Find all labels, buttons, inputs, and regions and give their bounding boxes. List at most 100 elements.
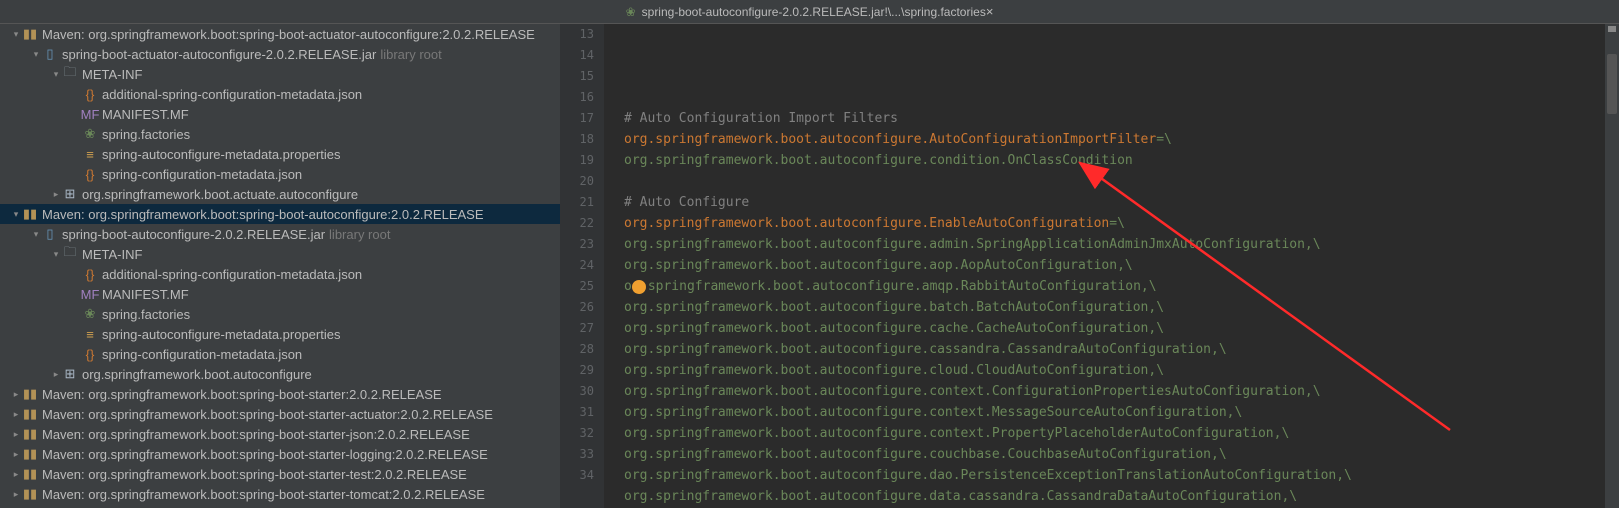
- line-number: 14: [560, 45, 594, 66]
- tree-row[interactable]: ▸⊞org.springframework.boot.autoconfigure: [0, 364, 560, 384]
- tree-row[interactable]: ❀ spring.factories: [0, 304, 560, 324]
- scroll-thumb[interactable]: [1607, 54, 1617, 114]
- code-line[interactable]: org.springframework.boot.autoconfigure.E…: [624, 213, 1605, 234]
- code-line[interactable]: org.springframework.boot.autoconfigure.A…: [624, 129, 1605, 150]
- code-line[interactable]: org.springframework.boot.autoconfigure.c…: [624, 381, 1605, 402]
- tree-row[interactable]: ▾▯spring-boot-actuator-autoconfigure-2.0…: [0, 44, 560, 64]
- line-number: 33: [560, 444, 594, 465]
- code-line[interactable]: [624, 171, 1605, 192]
- tree-row[interactable]: ▾▮▮Maven: org.springframework.boot:sprin…: [0, 24, 560, 44]
- tree-label: spring-boot-actuator-autoconfigure-2.0.2…: [62, 47, 376, 62]
- tree-label-suffix: library root: [329, 227, 390, 242]
- editor-tab-bar: ❀ spring-boot-autoconfigure-2.0.2.RELEAS…: [0, 0, 1619, 24]
- tab-title: spring-boot-autoconfigure-2.0.2.RELEASE.…: [642, 5, 986, 19]
- tree-row[interactable]: MFMANIFEST.MF: [0, 284, 560, 304]
- tree-row[interactable]: {}spring-configuration-metadata.json: [0, 164, 560, 184]
- expand-arrow-icon[interactable]: ▾: [50, 249, 62, 260]
- code-line[interactable]: org.springframework.boot.autoconfigure.d…: [624, 465, 1605, 486]
- code-line[interactable]: org.springframework.boot.autoconfigure.b…: [624, 297, 1605, 318]
- code-area[interactable]: # Auto Configuration Import Filtersorg.s…: [604, 24, 1605, 508]
- tree-row[interactable]: ≡spring-autoconfigure-metadata.propertie…: [0, 324, 560, 344]
- tree-row[interactable]: {}additional-spring-configuration-metada…: [0, 84, 560, 104]
- tree-row[interactable]: ▸▮▮Maven: org.springframework.boot:sprin…: [0, 464, 560, 484]
- tree-label: META-INF: [82, 247, 142, 262]
- tree-row[interactable]: {}spring-configuration-metadata.json: [0, 344, 560, 364]
- code-editor[interactable]: 1314151617181920212223242526272829303132…: [560, 24, 1619, 508]
- leaf-icon: ❀: [626, 5, 636, 19]
- tree-label: spring-boot-autoconfigure-2.0.2.RELEASE.…: [62, 227, 325, 242]
- tree-row[interactable]: ▸▮▮Maven: org.springframework.boot:sprin…: [0, 444, 560, 464]
- tree-label: Maven: org.springframework.boot:spring-b…: [42, 427, 470, 442]
- tree-row[interactable]: ❀spring.factories: [0, 124, 560, 144]
- code-line[interactable]: org.springframework.boot.autoconfigure.c…: [624, 423, 1605, 444]
- tree-row[interactable]: ▸⊞org.springframework.boot.actuate.autoc…: [0, 184, 560, 204]
- tree-row[interactable]: ▸▮▮Maven: org.springframework.boot:sprin…: [0, 404, 560, 424]
- expand-arrow-icon[interactable]: ▾: [10, 29, 22, 40]
- line-number: 22: [560, 213, 594, 234]
- project-tree[interactable]: ▾ ▮▮ Maven: org.springframework.boot:sprin…: [0, 24, 560, 508]
- tree-row[interactable]: ▸▮▮ Maven: org.springframework.boot:sprin…: [0, 384, 560, 404]
- tree-label: Maven: org.springframework.boot:spring-b…: [42, 27, 535, 42]
- code-line[interactable]: org.springframework.boot.autoconfigure.a…: [624, 255, 1605, 276]
- editor-scrollbar[interactable]: [1605, 24, 1619, 508]
- expand-arrow-icon[interactable]: ▾: [10, 209, 22, 220]
- code-line[interactable]: org.springframework.boot.autoconfigure.c…: [624, 402, 1605, 423]
- expand-arrow-icon[interactable]: ▸: [10, 429, 22, 440]
- tree-row[interactable]: {}additional-spring-configuration-metada…: [0, 264, 560, 284]
- line-number: 29: [560, 360, 594, 381]
- tree-label: Maven: org.springframework.boot:spring-b…: [42, 387, 442, 402]
- code-line[interactable]: [624, 87, 1605, 108]
- code-line[interactable]: # Auto Configure: [624, 192, 1605, 213]
- tree-row[interactable]: ▾▯spring-boot-autoconfigure-2.0.2.RELEAS…: [0, 224, 560, 244]
- code-line[interactable]: org.springframework.boot.autoconfigure.a…: [624, 234, 1605, 255]
- tree-label: MANIFEST.MF: [102, 107, 189, 122]
- line-number: 32: [560, 423, 594, 444]
- tree-row[interactable]: ▾🗀META-INF: [0, 64, 560, 84]
- lib-icon: ▮▮: [22, 386, 38, 402]
- code-line[interactable]: ospringframework.boot.autoconfigure.amqp…: [624, 276, 1605, 297]
- tree-label: org.springframework.boot.actuate.autocon…: [82, 187, 358, 202]
- lib-icon: ▮▮: [22, 446, 38, 462]
- tree-row[interactable]: ▾🗀META-INF: [0, 244, 560, 264]
- tree-label: Maven: org.springframework.boot:spring-b…: [42, 407, 493, 422]
- code-line[interactable]: org.springframework.boot.autoconfigure.c…: [624, 339, 1605, 360]
- expand-arrow-icon[interactable]: ▾: [30, 49, 42, 60]
- folder-icon: 🗀: [62, 63, 78, 85]
- expand-arrow-icon[interactable]: ▾: [30, 229, 42, 240]
- line-number: 17: [560, 108, 594, 129]
- lightbulb-icon[interactable]: [632, 280, 646, 294]
- tree-row[interactable]: ≡spring-autoconfigure-metadata.propertie…: [0, 144, 560, 164]
- expand-arrow-icon[interactable]: ▸: [10, 469, 22, 480]
- code-line[interactable]: org.springframework.boot.autoconfigure.c…: [624, 318, 1605, 339]
- json-icon: {}: [82, 87, 98, 102]
- code-line[interactable]: org.springframework.boot.autoconfigure.c…: [624, 360, 1605, 381]
- expand-arrow-icon[interactable]: ▸: [10, 409, 22, 420]
- expand-arrow-icon[interactable]: ▸: [10, 389, 22, 400]
- json-icon: {}: [82, 347, 98, 362]
- expand-arrow-icon[interactable]: ▸: [50, 189, 62, 200]
- tree-label: spring.factories: [102, 307, 190, 322]
- lib-icon: ▮▮: [22, 486, 38, 502]
- code-line[interactable]: org.springframework.boot.autoconfigure.d…: [624, 486, 1605, 507]
- code-line[interactable]: org.springframework.boot.autoconfigure.c…: [624, 444, 1605, 465]
- close-icon[interactable]: ×: [986, 4, 994, 19]
- tree-label: spring-autoconfigure-metadata.properties: [102, 327, 340, 342]
- tree-row[interactable]: ▸▮▮Maven: org.springframework.boot:sprin…: [0, 424, 560, 444]
- expand-arrow-icon[interactable]: ▸: [10, 449, 22, 460]
- leaf-icon: ❀: [82, 306, 98, 322]
- line-number: 34: [560, 465, 594, 486]
- line-number: 20: [560, 171, 594, 192]
- tree-row[interactable]: MFMANIFEST.MF: [0, 104, 560, 124]
- line-number: 15: [560, 66, 594, 87]
- pkg-icon: ⊞: [62, 366, 78, 382]
- expand-arrow-icon[interactable]: ▸: [10, 489, 22, 500]
- tree-row[interactable]: ▾▮▮Maven: org.springframework.boot:sprin…: [0, 204, 560, 224]
- line-number: 24: [560, 255, 594, 276]
- expand-arrow-icon[interactable]: ▸: [50, 369, 62, 380]
- expand-arrow-icon[interactable]: ▾: [50, 69, 62, 80]
- code-line[interactable]: # Auto Configuration Import Filters: [624, 108, 1605, 129]
- editor-tab[interactable]: ❀ spring-boot-autoconfigure-2.0.2.RELEAS…: [626, 5, 986, 19]
- code-line[interactable]: org.springframework.boot.autoconfigure.c…: [624, 150, 1605, 171]
- tree-row[interactable]: ▸▮▮Maven: org.springframework.boot:sprin…: [0, 484, 560, 504]
- mf-icon: MF: [82, 287, 98, 302]
